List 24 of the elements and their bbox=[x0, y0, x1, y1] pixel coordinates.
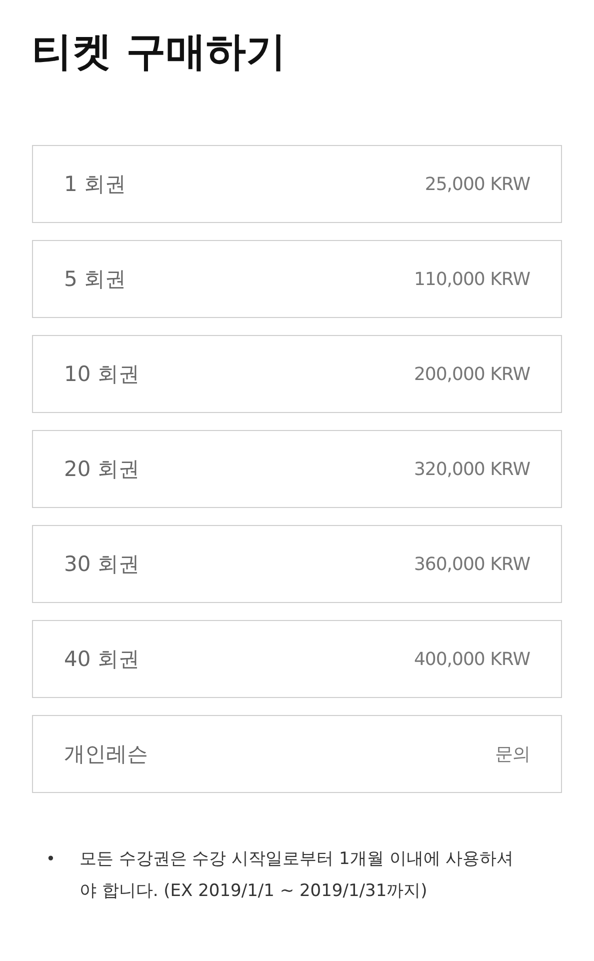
ticket-name: 10 회권 bbox=[64, 361, 140, 388]
ticket-name: 20 회권 bbox=[64, 456, 140, 483]
ticket-name: 40 회권 bbox=[64, 646, 140, 673]
ticket-price: 320,000 KRW bbox=[414, 458, 530, 480]
ticket-option[interactable]: 30 회권 360,000 KRW bbox=[32, 525, 562, 603]
note-text: 모든 수강권은 수강 시작일로부터 1개월 이내에 사용하셔야 합니다. (EX 2019/1/1 ~ 2019/1/31까지) bbox=[79, 848, 515, 903]
bullet: • bbox=[46, 848, 56, 870]
ticket-price: 200,000 KRW bbox=[414, 364, 530, 384]
ticket-price: 문의 bbox=[495, 743, 530, 766]
ticket-name: 5 회권 bbox=[64, 266, 126, 293]
ticket-option[interactable]: 개인레슨 문의 bbox=[32, 715, 562, 793]
ticket-name: 개인레슨 bbox=[64, 741, 148, 768]
page-title: 티켓 구매하기 bbox=[32, 28, 287, 77]
ticket-price: 400,000 KRW bbox=[414, 648, 530, 670]
ticket-price: 25,000 KRW bbox=[424, 174, 530, 194]
ticket-name: 30 회권 bbox=[64, 551, 140, 578]
ticket-price: 360,000 KRW bbox=[414, 554, 530, 574]
ticket-option[interactable]: 20 회권 320,000 KRW bbox=[32, 430, 562, 508]
ticket-option[interactable]: 10 회권 200,000 KRW bbox=[32, 335, 562, 413]
ticket-name: 1 회권 bbox=[64, 171, 126, 198]
ticket-option[interactable]: 1 회권 25,000 KRW bbox=[32, 145, 562, 223]
ticket-option[interactable]: 5 회권 110,000 KRW bbox=[32, 240, 562, 318]
ticket-price: 110,000 KRW bbox=[414, 268, 530, 290]
ticket-option[interactable]: 40 회권 400,000 KRW bbox=[32, 620, 562, 698]
